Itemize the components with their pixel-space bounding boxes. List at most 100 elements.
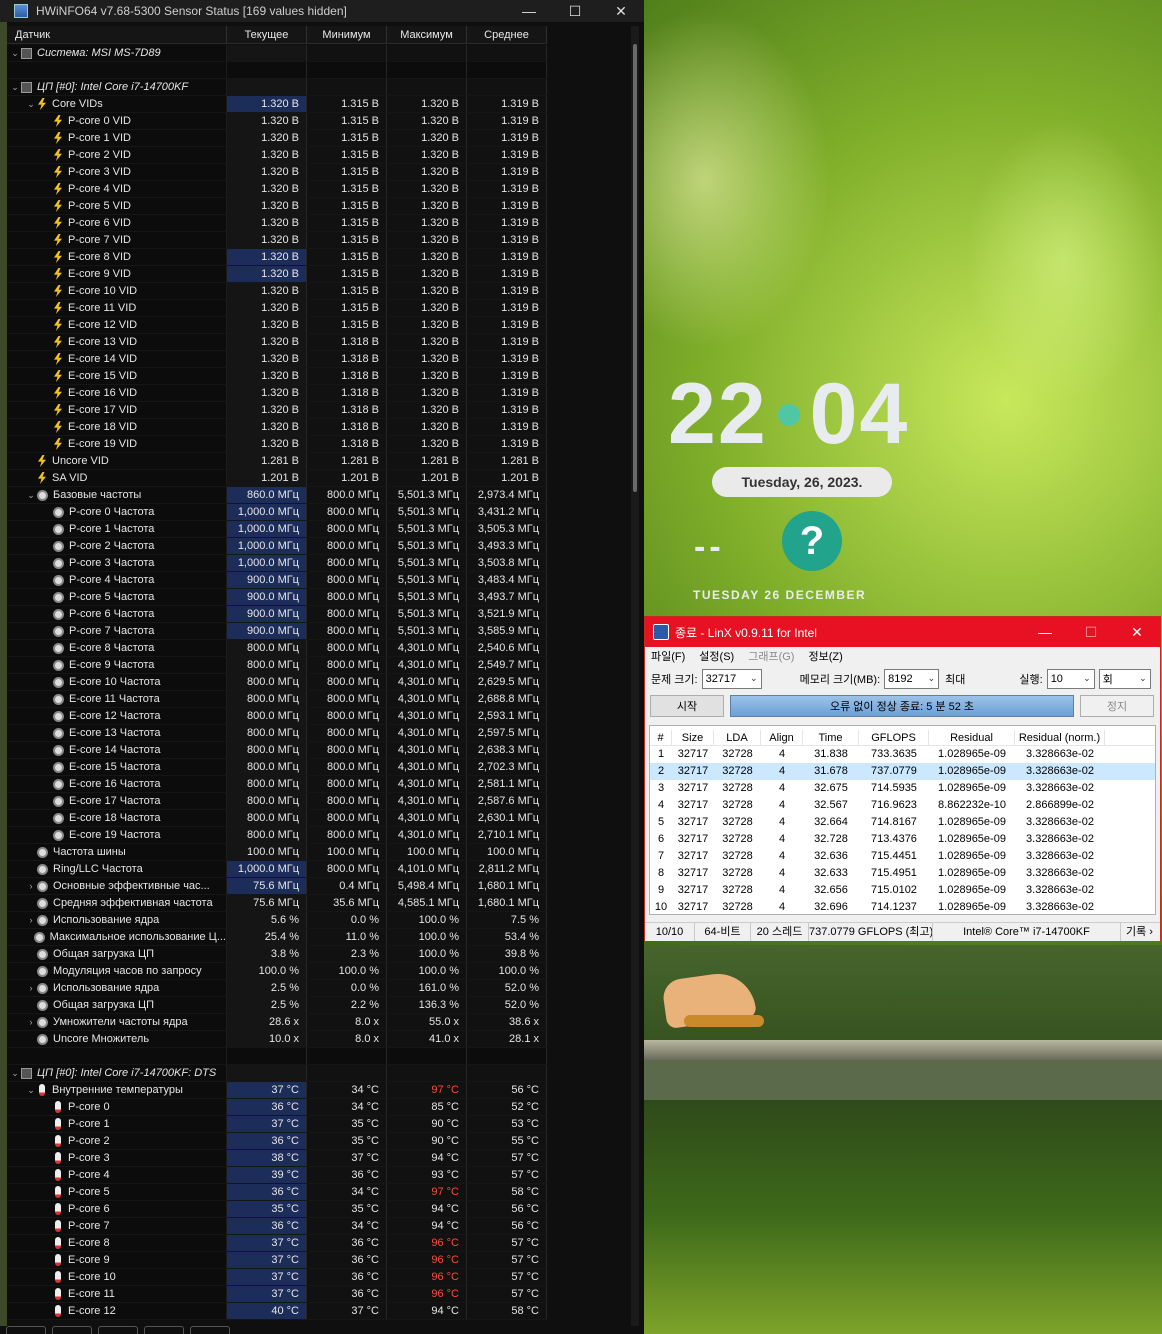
linx-close-button[interactable]: ✕	[1114, 624, 1160, 641]
sensor-row[interactable]: P-core 5 36 °C 34 °C 97 °C 58 °C	[7, 1184, 547, 1201]
sensor-row[interactable]: › Основные эффективные час... 75.6 МГц 0.4 …	[7, 878, 547, 895]
sensor-row[interactable]: Модуляция часов по запросу 100.0 % 100.0 %…	[7, 963, 547, 980]
column-current[interactable]: Текущее	[227, 26, 307, 43]
results-row[interactable]: 6 32717 32728 4 32.728 713.4376 1.028965e-09 3.…	[650, 831, 1155, 848]
sensor-row[interactable]: P-core 1 VID 1.320 В 1.315 В 1.320 В 1.319 В	[7, 130, 547, 147]
sensor-row[interactable]: P-core 6 Частота 900.0 МГц 800.0 МГц 5,501.…	[7, 606, 547, 623]
sensor-row[interactable]: E-core 19 VID 1.320 В 1.318 В 1.320 В 1.319 …	[7, 436, 547, 453]
sensor-row[interactable]: E-core 12 VID 1.320 В 1.315 В 1.320 В 1.319 …	[7, 317, 547, 334]
sensor-row[interactable]: ⌄ Базовые частоты 860.0 МГц 800.0 МГц 5,501.…	[7, 487, 547, 504]
close-button[interactable]: ✕	[598, 3, 644, 20]
hwinfo-titlebar[interactable]: HWiNFO64 v7.68-5300 Sensor Status [169 v…	[0, 0, 644, 22]
toolbar-button[interactable]	[52, 1326, 92, 1334]
log-button[interactable]: 기록 ›	[1121, 923, 1158, 941]
runs-combo[interactable]: 10 ⌄	[1046, 669, 1095, 689]
sensor-row[interactable]: E-core 16 VID 1.320 В 1.318 В 1.320 В 1.319 …	[7, 385, 547, 402]
results-column-header[interactable]: Time	[803, 730, 859, 745]
sensor-row[interactable]: Общая загрузка ЦП 2.5 % 2.2 % 136.3 % 52.0 %	[7, 997, 547, 1014]
chevron-down-icon[interactable]: ⌄	[9, 82, 21, 93]
sensor-group-row[interactable]: ⌄ ЦП [#0]: Intel Core i7-14700KF	[7, 79, 547, 96]
runs-unit-combo[interactable]: 회 ⌄	[1098, 669, 1151, 689]
sensor-row[interactable]: E-core 17 VID 1.320 В 1.318 В 1.320 В 1.319 …	[7, 402, 547, 419]
chevron-right-icon[interactable]: ›	[25, 881, 37, 891]
results-column-header[interactable]: Align	[761, 730, 803, 745]
sensor-row[interactable]: E-core 15 Частота 800.0 МГц 800.0 МГц 4,301…	[7, 759, 547, 776]
sensor-row[interactable]: P-core 7 VID 1.320 В 1.315 В 1.320 В 1.319 В	[7, 232, 547, 249]
start-button[interactable]: 시작	[650, 695, 724, 717]
sensor-row[interactable]: P-core 3 Частота 1,000.0 МГц 800.0 МГц 5,50…	[7, 555, 547, 572]
sensor-row[interactable]: P-core 1 37 °C 35 °C 90 °C 53 °C	[7, 1116, 547, 1133]
sensor-row[interactable]: E-core 14 VID 1.320 В 1.318 В 1.320 В 1.319 …	[7, 351, 547, 368]
sensor-row[interactable]: P-core 1 Частота 1,000.0 МГц 800.0 МГц 5,50…	[7, 521, 547, 538]
results-column-header[interactable]: GFLOPS	[859, 730, 929, 745]
sensor-row[interactable]: E-core 9 VID 1.320 В 1.315 В 1.320 В 1.319 В	[7, 266, 547, 283]
menu-file[interactable]: 파일(F)	[651, 648, 685, 664]
minimize-button[interactable]: —	[506, 3, 552, 19]
sensor-row[interactable]: E-core 12 Частота 800.0 МГц 800.0 МГц 4,301…	[7, 708, 547, 725]
sensor-row[interactable]: E-core 16 Частота 800.0 МГц 800.0 МГц 4,301…	[7, 776, 547, 793]
sensor-row[interactable]: E-core 10 37 °C 36 °C 96 °C 57 °C	[7, 1269, 547, 1286]
sensor-group-row[interactable]: ⌄ Система: MSI MS-7D89	[7, 45, 547, 62]
menu-settings[interactable]: 설정(S)	[699, 648, 734, 664]
sensor-row[interactable]: P-core 2 VID 1.320 В 1.315 В 1.320 В 1.319 В	[7, 147, 547, 164]
linx-titlebar[interactable]: 종료 - LinX v0.9.11 for Intel — ☐ ✕	[645, 617, 1160, 647]
sensor-row[interactable]: E-core 18 VID 1.320 В 1.318 В 1.320 В 1.319 …	[7, 419, 547, 436]
sensor-row[interactable]: P-core 2 Частота 1,000.0 МГц 800.0 МГц 5,50…	[7, 538, 547, 555]
toolbar-button[interactable]	[98, 1326, 138, 1334]
chevron-right-icon[interactable]: ›	[25, 915, 37, 925]
sensor-row[interactable]: › Умножители частоты ядра 28.6 x 8.0 x 55.0 …	[7, 1014, 547, 1031]
results-row[interactable]: 9 32717 32728 4 32.656 715.0102 1.028965e-09 3.…	[650, 882, 1155, 899]
sensor-row[interactable]: Uncore VID 1.281 В 1.281 В 1.281 В 1.281 В	[7, 453, 547, 470]
sensor-row[interactable]: E-core 13 Частота 800.0 МГц 800.0 МГц 4,301…	[7, 725, 547, 742]
sensor-row[interactable]: Максимальное использование Ц... 25.4 % 11.…	[7, 929, 547, 946]
sensor-row[interactable]: P-core 3 VID 1.320 В 1.315 В 1.320 В 1.319 В	[7, 164, 547, 181]
results-row[interactable]: 1 32717 32728 4 31.838 733.3635 1.028965e-09 3.…	[650, 746, 1155, 763]
column-max[interactable]: Максимум	[387, 26, 467, 43]
chevron-down-icon[interactable]: ⌄	[9, 48, 21, 59]
chevron-right-icon[interactable]: ›	[25, 1017, 37, 1027]
maximize-button[interactable]: ☐	[552, 3, 598, 20]
problem-size-combo[interactable]: 32717 ⌄	[701, 669, 762, 689]
results-column-header[interactable]: LDA	[714, 730, 761, 745]
results-column-header[interactable]: Residual	[929, 730, 1015, 745]
chevron-right-icon[interactable]: ›	[25, 983, 37, 993]
results-row[interactable]: 10 32717 32728 4 32.696 714.1237 1.028965e-09 3…	[650, 899, 1155, 914]
chevron-down-icon[interactable]: ⌄	[25, 1085, 37, 1096]
sensor-group-row[interactable]: ⌄ ЦП [#0]: Intel Core i7-14700KF: DTS	[7, 1065, 547, 1082]
sensor-row[interactable]: P-core 0 36 °C 34 °C 85 °C 52 °C	[7, 1099, 547, 1116]
sensor-row[interactable]: ⌄ Внутренние температуры 37 °C 34 °C 97 °C 56…	[7, 1082, 547, 1099]
sensor-row[interactable]: E-core 14 Частота 800.0 МГц 800.0 МГц 4,301…	[7, 742, 547, 759]
sensor-row[interactable]: P-core 5 VID 1.320 В 1.315 В 1.320 В 1.319 В	[7, 198, 547, 215]
stop-button[interactable]: 정지	[1080, 695, 1154, 717]
sensor-row[interactable]: P-core 0 VID 1.320 В 1.315 В 1.320 В 1.319 В	[7, 113, 547, 130]
sensor-row[interactable]: P-core 5 Частота 900.0 МГц 800.0 МГц 5,501.…	[7, 589, 547, 606]
sensor-row[interactable]: E-core 13 VID 1.320 В 1.318 В 1.320 В 1.319 …	[7, 334, 547, 351]
sensor-row[interactable]: Uncore Множитель 10.0 x 8.0 x 41.0 x 28.1 x	[7, 1031, 547, 1048]
toolbar-button[interactable]	[144, 1326, 184, 1334]
sensor-row[interactable]: E-core 11 VID 1.320 В 1.315 В 1.320 В 1.319 …	[7, 300, 547, 317]
toolbar-button[interactable]	[6, 1326, 46, 1334]
sensor-row[interactable]: E-core 8 Частота 800.0 МГц 800.0 МГц 4,301.…	[7, 640, 547, 657]
hwinfo-sensor-list[interactable]: ⌄ Система: MSI MS-7D89 ⌄ ЦП [#0]: Intel Cor…	[7, 45, 547, 1323]
sensor-row[interactable]: Средняя эффективная частота 75.6 МГц 35.6 …	[7, 895, 547, 912]
chevron-down-icon[interactable]: ⌄	[25, 490, 37, 501]
sensor-row[interactable]: E-core 10 VID 1.320 В 1.315 В 1.320 В 1.319 …	[7, 283, 547, 300]
sensor-row[interactable]: E-core 8 VID 1.320 В 1.315 В 1.320 В 1.319 В	[7, 249, 547, 266]
linx-maximize-button[interactable]: ☐	[1068, 624, 1114, 641]
sensor-row[interactable]: E-core 8 37 °C 36 °C 96 °C 57 °C	[7, 1235, 547, 1252]
sensor-row[interactable]: P-core 7 Частота 900.0 МГц 800.0 МГц 5,501.…	[7, 623, 547, 640]
sensor-row[interactable]: P-core 3 38 °C 37 °C 94 °C 57 °C	[7, 1150, 547, 1167]
sensor-row[interactable]: E-core 11 37 °C 36 °C 96 °C 57 °C	[7, 1286, 547, 1303]
sensor-row[interactable]: P-core 2 36 °C 35 °C 90 °C 55 °C	[7, 1133, 547, 1150]
sensor-row[interactable]: Ring/LLC Частота 1,000.0 МГц 800.0 МГц 4,10…	[7, 861, 547, 878]
sensor-row[interactable]: P-core 4 39 °C 36 °C 93 °C 57 °C	[7, 1167, 547, 1184]
sensor-row[interactable]: E-core 11 Частота 800.0 МГц 800.0 МГц 4,301…	[7, 691, 547, 708]
sensor-row[interactable]: P-core 6 35 °C 35 °C 94 °C 56 °C	[7, 1201, 547, 1218]
memory-combo[interactable]: 8192 ⌄	[884, 669, 940, 689]
sensor-row[interactable]: P-core 7 36 °C 34 °C 94 °C 56 °C	[7, 1218, 547, 1235]
results-row[interactable]: 4 32717 32728 4 32.567 716.9623 8.862232e-10 2.…	[650, 797, 1155, 814]
results-row[interactable]: 2 32717 32728 4 31.678 737.0779 1.028965e-09 3.…	[650, 763, 1155, 780]
sensor-row[interactable]: SA VID 1.201 В 1.201 В 1.201 В 1.201 В	[7, 470, 547, 487]
sensor-row[interactable]: E-core 9 37 °C 36 °C 96 °C 57 °C	[7, 1252, 547, 1269]
results-row[interactable]: 3 32717 32728 4 32.675 714.5935 1.028965e-09 3.…	[650, 780, 1155, 797]
